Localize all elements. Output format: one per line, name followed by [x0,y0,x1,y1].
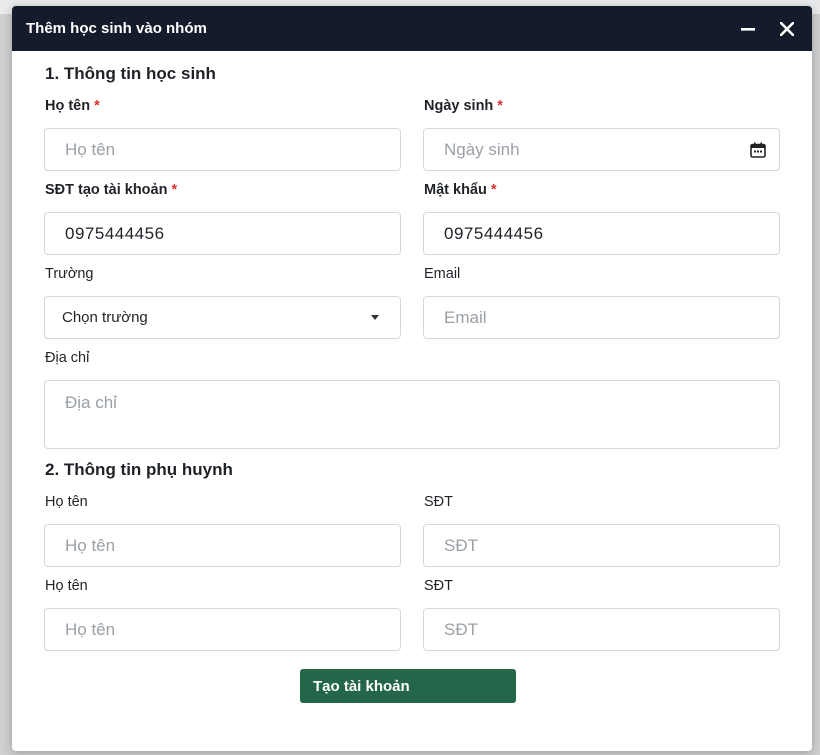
create-account-button[interactable]: Tạo tài khoản [300,669,516,703]
school-select[interactable]: Chọn trường [44,296,401,339]
required-mark: * [490,182,497,198]
parent-phone-input[interactable]: SĐT [423,608,780,651]
parent-name-label: Họ tên [45,578,88,594]
student-section-title: 1. Thông tin học sinh [45,64,216,83]
parent-phone-label: SĐT [424,494,453,510]
school-label: Trường [45,266,94,282]
birthday-input[interactable]: Ngày sinh [423,128,780,171]
required-mark: * [94,98,100,114]
parent-phone-label: SĐT [424,578,453,594]
minus-icon [741,27,755,31]
student-name-placeholder: Họ tên [65,139,116,159]
close-button[interactable] [776,18,798,40]
email-placeholder: Email [444,307,487,327]
parent-phone-input[interactable]: SĐT [423,524,780,567]
parent-name-placeholder: Họ tên [65,535,116,555]
password-input[interactable]: 0975444456 [423,212,780,255]
password-label-text: Mật khẩu [424,182,487,198]
close-icon [780,21,794,36]
birthday-label: Ngày sinh * [424,98,503,114]
modal-title: Thêm học sinh vào nhóm [26,20,207,37]
phone-account-label: SĐT tạo tài khoản * [45,182,177,198]
parent-name-input[interactable]: Họ tên [44,524,401,567]
add-student-modal: Thêm học sinh vào nhóm 1. Thông tin học … [12,6,812,751]
student-name-label-text: Họ tên [45,98,91,114]
email-input[interactable]: Email [423,296,780,339]
parent-section-title: 2. Thông tin phụ huynh [45,460,233,479]
parent-name-placeholder: Họ tên [65,619,116,639]
caret-down-icon [371,315,379,320]
phone-account-input[interactable]: 0975444456 [44,212,401,255]
student-name-input[interactable]: Họ tên [44,128,401,171]
parent-phone-placeholder: SĐT [444,619,478,639]
required-mark: * [497,98,503,114]
calendar-icon[interactable] [749,141,767,159]
modal-header: Thêm học sinh vào nhóm [12,6,812,51]
birthday-label-text: Ngày sinh [424,98,494,114]
parent-name-input[interactable]: Họ tên [44,608,401,651]
phone-account-value: 0975444456 [65,223,165,243]
parent-phone-placeholder: SĐT [444,535,478,555]
address-placeholder: Địa chỉ [65,393,117,412]
password-label: Mật khẩu * [424,182,497,198]
school-selected: Chọn trường [62,309,148,326]
student-name-label: Họ tên * [45,98,100,114]
birthday-placeholder: Ngày sinh [444,139,520,159]
password-value: 0975444456 [444,223,544,243]
required-mark: * [171,182,178,198]
email-label: Email [424,266,461,282]
minimize-button[interactable] [737,18,759,40]
address-textarea[interactable]: Địa chỉ [44,380,780,449]
address-label: Địa chỉ [45,350,90,366]
phone-account-label-text: SĐT tạo tài khoản [45,182,168,198]
parent-name-label: Họ tên [45,494,88,510]
